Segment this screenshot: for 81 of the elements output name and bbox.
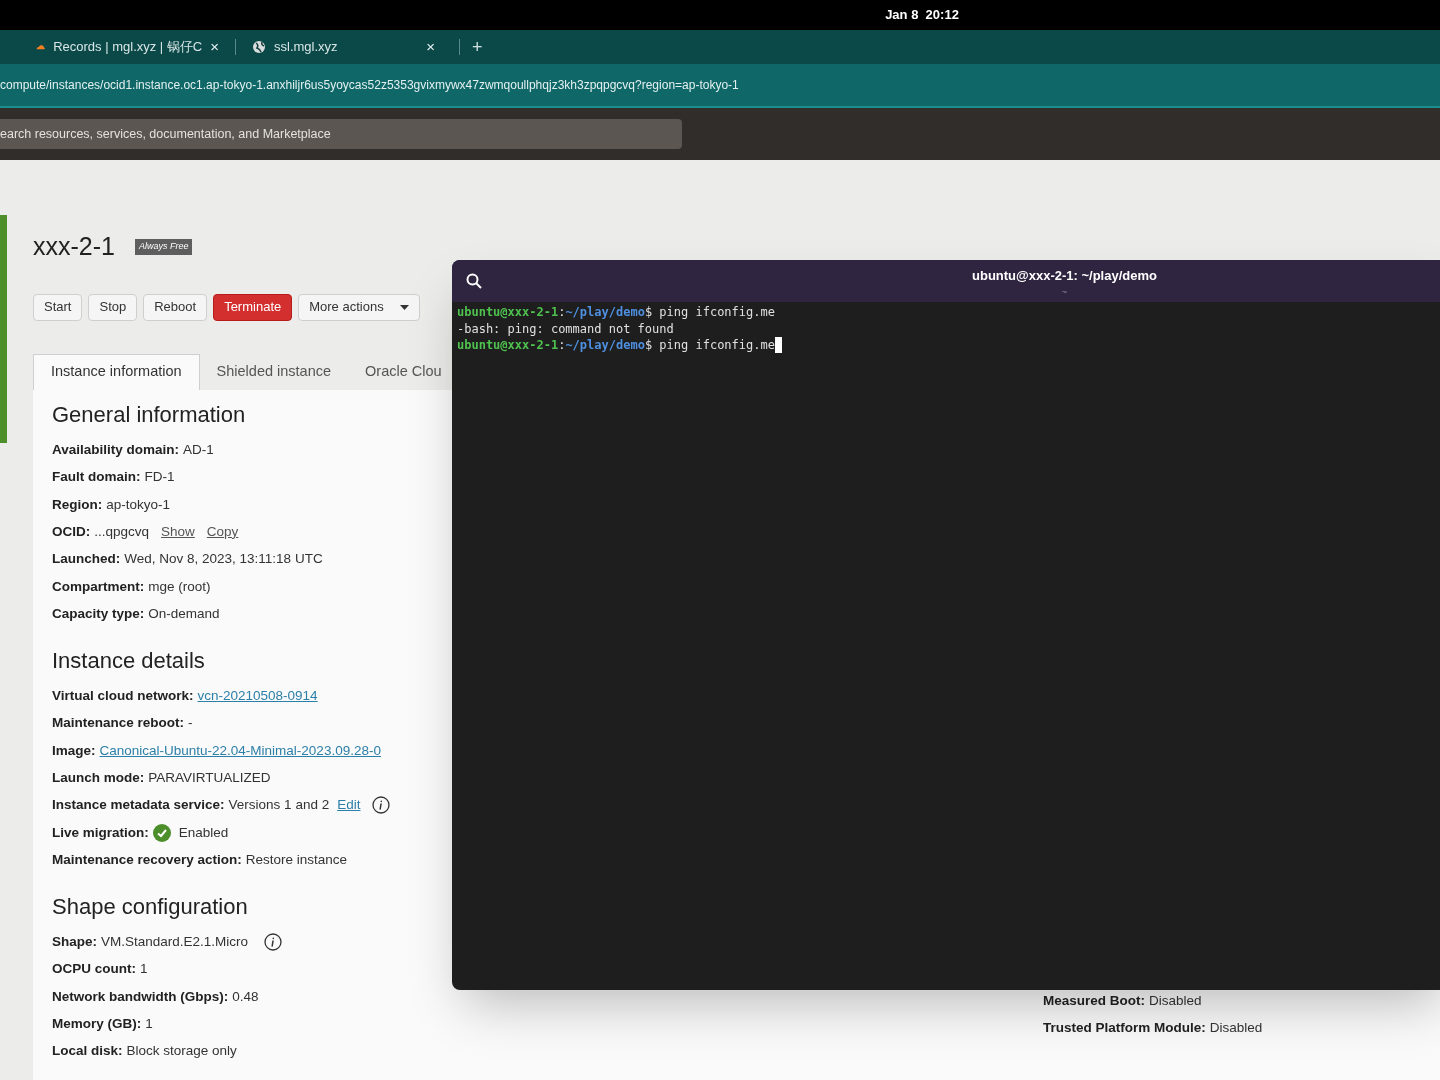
more-actions-menu[interactable]: More actions — [298, 293, 420, 321]
section-heading: Instance details — [52, 646, 206, 675]
field-label: Local disk: — [52, 1042, 123, 1061]
link[interactable]: Show — [161, 521, 195, 543]
tab[interactable]: Oracle Clou — [348, 353, 442, 390]
field-value: ...qpgcvq — [94, 522, 150, 541]
field-value: PARAVIRTUALIZED — [148, 769, 271, 787]
field-value: ap-tokyo-1 — [106, 495, 171, 514]
link[interactable]: Edit — [337, 795, 361, 816]
field-label: Compartment: — [52, 577, 145, 596]
field-label: Image: — [52, 741, 96, 760]
tab-title: Records | mgl.xyz | 锅仔C — [53, 38, 203, 57]
action-button[interactable]: Reboot — [143, 293, 208, 321]
tab-title: ssl.mgl.xyz — [274, 38, 339, 57]
cloud-icon — [36, 42, 46, 52]
field-label: Availability domain: — [52, 441, 180, 459]
browser-tab[interactable]: ssl.mgl.xyz × — [236, 30, 451, 64]
always-free-badge: Always Free — [134, 239, 193, 255]
terminal-subtitle: ~ — [1061, 285, 1068, 299]
info-icon[interactable] — [264, 933, 283, 952]
field-label: OCID: — [52, 522, 91, 541]
field-value: 1 — [145, 1015, 153, 1034]
field-label: Trusted Platform Module: — [1043, 1018, 1206, 1037]
close-button[interactable]: × — [210, 35, 219, 59]
field-label: Region: — [52, 495, 103, 514]
terminal-prompt-line: ubuntu@xxx-2-1:~/play/demo$ ping ifconfig.me — [457, 337, 1440, 354]
terminal-prompt-line: ubuntu@xxx-2-1:~/play/demo$ ping ifconfig.me — [457, 304, 776, 321]
tab[interactable]: Instance information — [33, 353, 200, 390]
field-label: Instance metadata service: — [52, 796, 225, 815]
field-label: Memory (GB): — [52, 1015, 142, 1034]
instance-name: xxx-2-1 — [33, 231, 115, 262]
field-value: Restore instance — [245, 850, 348, 869]
section-heading: Shape configuration — [52, 892, 249, 921]
field-label: Launched: — [52, 550, 121, 569]
field-label: Live migration: — [52, 823, 149, 842]
tab[interactable]: Shielded instance — [199, 353, 349, 390]
action-button[interactable]: Stop — [88, 293, 138, 321]
globe-icon — [252, 40, 266, 54]
action-button[interactable]: Terminate — [213, 293, 293, 321]
field-value: On-demand — [148, 604, 220, 623]
field-value: Disabled — [1209, 1018, 1263, 1037]
field-label: Virtual cloud network: — [52, 687, 194, 706]
clock: Jan 8 20:12 — [885, 6, 959, 25]
search-field[interactable]: earch resources, services, documentation, and Marketplace — [0, 119, 682, 149]
new-tab-button[interactable]: + — [460, 33, 495, 61]
link[interactable]: Canonical-Ubuntu-22.04-Minimal-2023.09.28-0 — [99, 740, 381, 761]
field-label: Network bandwidth (Gbps): — [52, 987, 229, 1006]
field-value: FD-1 — [144, 468, 175, 487]
field-value: - — [188, 714, 193, 733]
field-value: Disabled — [1149, 991, 1202, 1010]
info-icon[interactable] — [372, 796, 391, 815]
link[interactable]: vcn-20210508-0914 — [197, 686, 318, 707]
field-value: AD-1 — [183, 441, 214, 459]
field-value: Block storage only — [126, 1042, 237, 1061]
check-circle-icon — [152, 823, 171, 842]
close-button[interactable]: × — [426, 35, 435, 59]
terminal-title: ubuntu@xxx-2-1: ~/play/demo — [972, 267, 1157, 285]
field-label: Launch mode: — [52, 769, 145, 787]
action-button[interactable]: Start — [33, 293, 83, 321]
field-value: 1 — [140, 960, 148, 979]
field-label: Fault domain: — [52, 468, 141, 487]
field-value: mge (root) — [148, 577, 211, 596]
field-label: Measured Boot: — [1043, 991, 1145, 1010]
field-label: Shape: — [52, 933, 97, 952]
field-value: 0.48 — [232, 987, 259, 1006]
field-value: Enabled — [178, 823, 229, 842]
address-bar[interactable]: compute/instances/ocid1.instance.oc1.ap-tokyo-1.anxhiljr6us5yoycas52z5353gvixmywx47zwmqoullphqjz3kh3zpqpgcvq?region=ap-tokyo-1 — [0, 64, 1440, 108]
field-value: Wed, Nov 8, 2023, 13:11:18 UTC — [124, 550, 323, 569]
field-label: OCPU count: — [52, 960, 136, 979]
section-heading: General information — [52, 400, 247, 429]
browser-tab[interactable]: Records | mgl.xyz | 锅仔C × — [20, 30, 235, 64]
url-text: compute/instances/ocid1.instance.oc1.ap-tokyo-1.anxhiljr6us5yoycas52z5353gvixmywx47zwmqoullphqjz3kh3zpqpgcvq?region=ap-tokyo-1 — [0, 77, 739, 94]
field-label: Maintenance recovery action: — [52, 850, 242, 869]
field-value: VM.Standard.E2.1.Micro — [101, 933, 249, 952]
field-label: Capacity type: — [52, 604, 145, 623]
search-icon[interactable] — [466, 273, 482, 289]
field-label: Maintenance reboot: — [52, 714, 184, 733]
field-value: Versions 1 and 2 — [228, 796, 330, 815]
link[interactable]: Copy — [206, 521, 239, 543]
terminal-output: -bash: ping: command not found — [457, 320, 675, 337]
caret-icon — [399, 304, 409, 310]
